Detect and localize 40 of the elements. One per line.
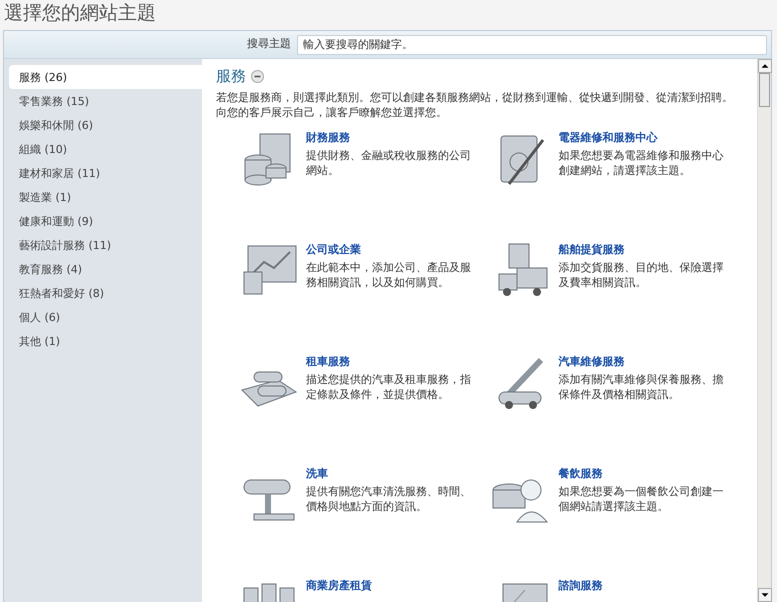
theme-description: 添加有關汽車維修與保養服務、擔保條件及價格相關資訊。 (558, 372, 724, 402)
category-item[interactable]: 製造業 (1) (9, 185, 202, 209)
collapse-icon[interactable] (251, 70, 264, 83)
category-item[interactable]: 服務 (26) (9, 65, 202, 89)
theme-title-link[interactable]: 電器維修和服務中心 (558, 130, 728, 146)
category-item[interactable]: 健康和運動 (9) (9, 209, 202, 233)
theme-description: 如果您想要為一個餐飲公司創建一個網站請選擇該主題。 (558, 484, 724, 514)
theme-title-link[interactable]: 公司或企業 (306, 242, 476, 258)
theme-description: 如果您想要為電器維修和服務中心創建網站，請選擇該主題。 (558, 148, 724, 178)
theme-description: 提供有關您汽車清洗服務、時間、價格與地點方面的資訊。 (306, 484, 472, 514)
theme-description: 添加交貨服務、目的地、保險選擇及費率相關資訊。 (558, 260, 724, 290)
search-label: 搜尋主題 (247, 36, 291, 52)
search-field[interactable]: 輸入要搜尋的關鍵字。 (297, 34, 767, 54)
category-item[interactable]: 藝術設計服務 (11) (9, 233, 202, 257)
theme-title-link[interactable]: 汽車維修服務 (558, 354, 728, 370)
category-description: 若您是服務商，則選擇此類別。您可以創建各類服務網站，從財務到運輸、從快遞到開發、從清潔到招聘。向您的客戶展示自己，讓客戶瞭解您並選擇您。 (216, 90, 734, 120)
theme-title-link[interactable]: 洗車 (306, 466, 476, 482)
theme-description: 描述您提供的汽車及租車服務，指定條款及條件，並提供價格。 (306, 372, 472, 402)
category-title: 服務 (216, 66, 246, 87)
theme-title-link[interactable]: 財務服務 (306, 130, 476, 146)
category-item[interactable]: 組織 (10) (9, 137, 202, 161)
category-item[interactable]: 狂熱者和愛好 (8) (9, 281, 202, 305)
category-item[interactable]: 娛樂和休閒 (6) (9, 113, 202, 137)
theme-description: 提供財務、金融或稅收服務的公司網站。 (306, 148, 472, 178)
theme-title-link[interactable]: 租車服務 (306, 354, 476, 370)
theme-title-link[interactable]: 餐飲服務 (558, 466, 728, 482)
scrollbar[interactable] (757, 59, 771, 602)
category-item[interactable]: 建材和家居 (11) (9, 161, 202, 185)
category-item[interactable]: 教育服務 (4) (9, 257, 202, 281)
page-title: 選擇您的網站主題 (3, 1, 157, 26)
scroll-up-icon[interactable] (758, 59, 772, 73)
scroll-down-icon[interactable] (758, 588, 772, 602)
scroll-thumb[interactable] (759, 73, 770, 107)
category-item[interactable]: 個人 (6) (9, 305, 202, 329)
theme-title-link[interactable]: 諮詢服務 (558, 578, 602, 594)
category-item[interactable]: 零售業務 (15) (9, 89, 202, 113)
theme-title-link[interactable]: 商業房產租賃 (306, 578, 372, 594)
theme-description: 在此範本中，添加公司、產品及服務相關資訊，以及如何購買。 (306, 260, 472, 290)
theme-title-link[interactable]: 船舶提貨服務 (558, 242, 728, 258)
category-item[interactable]: 其他 (1) (9, 329, 202, 353)
